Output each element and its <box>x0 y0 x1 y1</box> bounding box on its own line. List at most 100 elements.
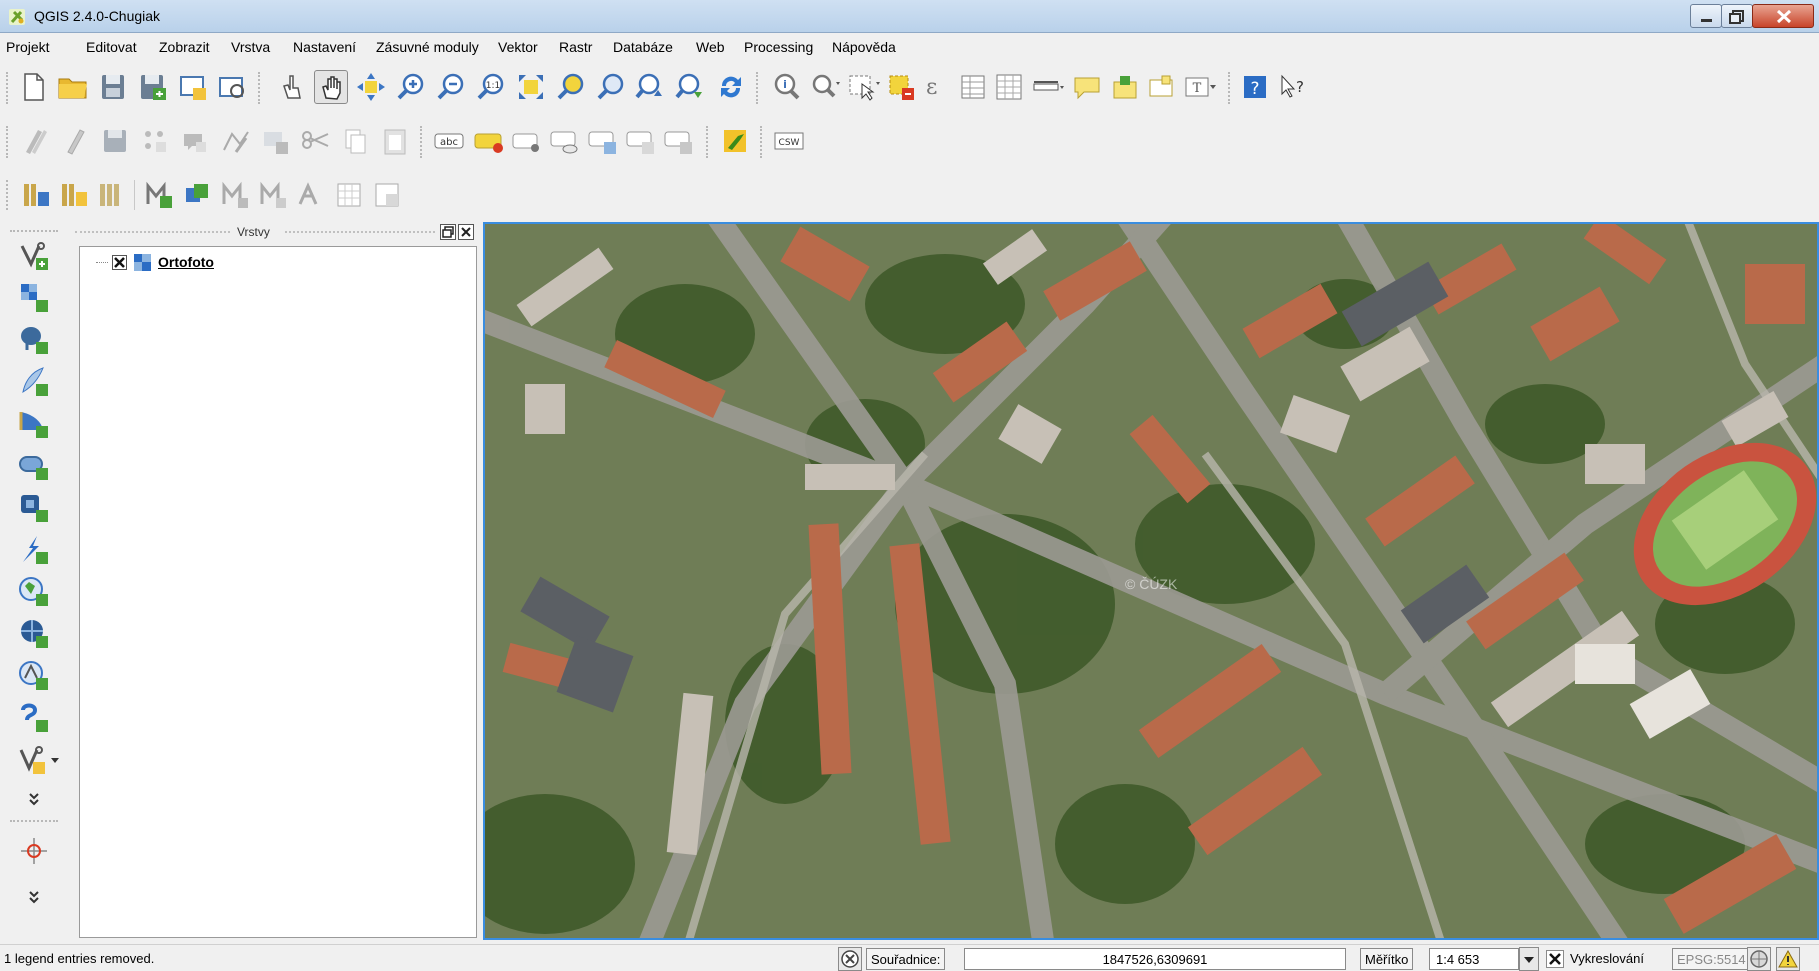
pan-to-selection-icon[interactable] <box>354 70 388 104</box>
vector-clip-icon[interactable] <box>218 178 252 212</box>
add-raster-layer-icon[interactable] <box>17 280 51 314</box>
coordinates-field[interactable]: 1847526,6309691 <box>964 948 1346 970</box>
layers-tree[interactable]: Ortofoto <box>79 246 477 938</box>
db-manage-icon[interactable] <box>94 178 128 212</box>
menu-zasuvne-moduly[interactable]: Zásuvné moduly <box>376 39 479 55</box>
vector-split-icon[interactable] <box>256 178 290 212</box>
map-tips-icon[interactable] <box>1030 70 1064 104</box>
toolbar-expand-icon[interactable] <box>17 788 51 812</box>
add-vector-layer-icon[interactable] <box>17 238 51 272</box>
delete-selected-icon[interactable] <box>258 124 292 158</box>
map-canvas[interactable]: © ČÚZK <box>483 222 1819 940</box>
plugin-lizard-icon[interactable] <box>718 124 752 158</box>
open-attribute-table-icon[interactable] <box>956 70 990 104</box>
whats-this-icon[interactable]: ? <box>1276 70 1310 104</box>
add-mssql-layer-icon[interactable] <box>17 406 51 440</box>
menu-rastr[interactable]: Rastr <box>559 39 592 55</box>
menu-nastaveni[interactable]: Nastavení <box>293 39 356 55</box>
paste-features-icon[interactable] <box>378 124 412 158</box>
vector-table-icon[interactable] <box>370 178 404 212</box>
crs-status-button[interactable]: EPSG:5514 <box>1672 948 1751 970</box>
run-feature-action-icon[interactable] <box>808 70 842 104</box>
pan-map-icon[interactable] <box>314 70 348 104</box>
save-project-icon[interactable] <box>96 70 130 104</box>
float-panel-button[interactable] <box>440 224 456 240</box>
layer-name[interactable]: Ortofoto <box>158 254 214 270</box>
add-delimited-text-layer-icon[interactable] <box>17 658 51 692</box>
toolbar-expand-icon[interactable] <box>17 886 51 910</box>
pin-labels-icon[interactable] <box>472 124 506 158</box>
menu-databaze[interactable]: Databáze <box>613 39 673 55</box>
coordinate-capture-icon[interactable] <box>17 834 51 868</box>
layer-labeling-icon[interactable]: abc <box>432 124 466 158</box>
scale-dropdown-button[interactable] <box>1519 947 1539 971</box>
zoom-last-icon[interactable] <box>634 70 668 104</box>
close-button[interactable] <box>1752 4 1814 28</box>
db-import-icon[interactable] <box>18 178 52 212</box>
composer-manager-icon[interactable] <box>216 70 250 104</box>
render-checkbox[interactable] <box>1546 950 1564 968</box>
add-postgis-layer-icon[interactable] <box>17 322 51 356</box>
add-oracle-layer-icon[interactable] <box>17 448 51 482</box>
layer-visibility-checkbox[interactable] <box>112 255 127 270</box>
menu-editovat[interactable]: Editovat <box>86 39 137 55</box>
text-annotation-icon[interactable]: T <box>1182 70 1216 104</box>
rotate-label-icon[interactable] <box>624 124 658 158</box>
field-calculator-icon[interactable] <box>992 70 1026 104</box>
add-gps-layer-icon[interactable] <box>17 700 51 734</box>
show-hide-labels-icon[interactable] <box>548 124 582 158</box>
projection-icon[interactable] <box>1747 947 1771 971</box>
maximize-button[interactable] <box>1721 4 1753 28</box>
zoom-to-layer-icon[interactable] <box>594 70 628 104</box>
menu-napoveda[interactable]: Nápověda <box>832 39 896 55</box>
menu-web[interactable]: Web <box>696 39 725 55</box>
menu-processing[interactable]: Processing <box>744 39 813 55</box>
scale-combobox[interactable]: 1:4 653 <box>1429 948 1519 970</box>
vector-add-icon[interactable] <box>142 178 176 212</box>
add-wms-layer-icon[interactable] <box>17 490 51 524</box>
open-project-icon[interactable] <box>56 70 90 104</box>
save-layer-edits-icon[interactable] <box>98 124 132 158</box>
new-shapefile-layer-icon[interactable] <box>17 742 61 776</box>
zoom-next-icon[interactable] <box>674 70 708 104</box>
select-features-icon[interactable] <box>846 70 880 104</box>
menu-vrstva[interactable]: Vrstva <box>231 39 270 55</box>
identify-features-icon[interactable]: i <box>770 70 804 104</box>
current-edits-icon[interactable] <box>18 124 52 158</box>
save-as-icon[interactable] <box>136 70 170 104</box>
vector-explode-icon[interactable] <box>294 178 328 212</box>
minimize-button[interactable] <box>1690 4 1722 28</box>
deselect-features-icon[interactable] <box>884 70 918 104</box>
zoom-to-selection-icon[interactable] <box>554 70 588 104</box>
toggle-editing-icon[interactable] <box>58 124 92 158</box>
messages-button[interactable] <box>1776 947 1800 971</box>
add-wcs-layer-icon[interactable] <box>17 532 51 566</box>
menu-zobrazit[interactable]: Zobrazit <box>159 39 210 55</box>
add-wmts-layer-icon[interactable] <box>17 616 51 650</box>
toolbar-grip[interactable] <box>6 72 10 104</box>
move-feature-icon[interactable] <box>178 124 212 158</box>
copy-features-icon[interactable] <box>338 124 372 158</box>
change-label-icon[interactable] <box>662 124 696 158</box>
close-panel-button[interactable] <box>458 224 474 240</box>
menu-projekt[interactable]: Projekt <box>6 39 50 55</box>
touch-zoom-icon[interactable] <box>274 70 308 104</box>
layers-panel-titlebar[interactable]: Vrstvy <box>67 222 479 242</box>
highlight-pinned-labels-icon[interactable] <box>510 124 544 158</box>
node-tool-icon[interactable] <box>218 124 252 158</box>
measure-line-icon[interactable]: ε <box>920 70 954 104</box>
vector-grid-icon[interactable] <box>332 178 366 212</box>
db-add-icon[interactable] <box>56 178 90 212</box>
new-print-composer-icon[interactable] <box>176 70 210 104</box>
zoom-actual-size-icon[interactable]: 1:1 <box>474 70 508 104</box>
help-contents-icon[interactable]: ? <box>1238 70 1272 104</box>
toggle-extents-button[interactable] <box>838 947 862 971</box>
move-label-icon[interactable] <box>586 124 620 158</box>
zoom-out-icon[interactable] <box>434 70 468 104</box>
zoom-full-icon[interactable] <box>514 70 548 104</box>
cut-features-icon[interactable] <box>298 124 332 158</box>
refresh-icon[interactable] <box>714 70 748 104</box>
vector-merge-icon[interactable] <box>180 178 214 212</box>
add-wfs-layer-icon[interactable] <box>17 574 51 608</box>
csw-icon[interactable]: CSW <box>772 124 806 158</box>
